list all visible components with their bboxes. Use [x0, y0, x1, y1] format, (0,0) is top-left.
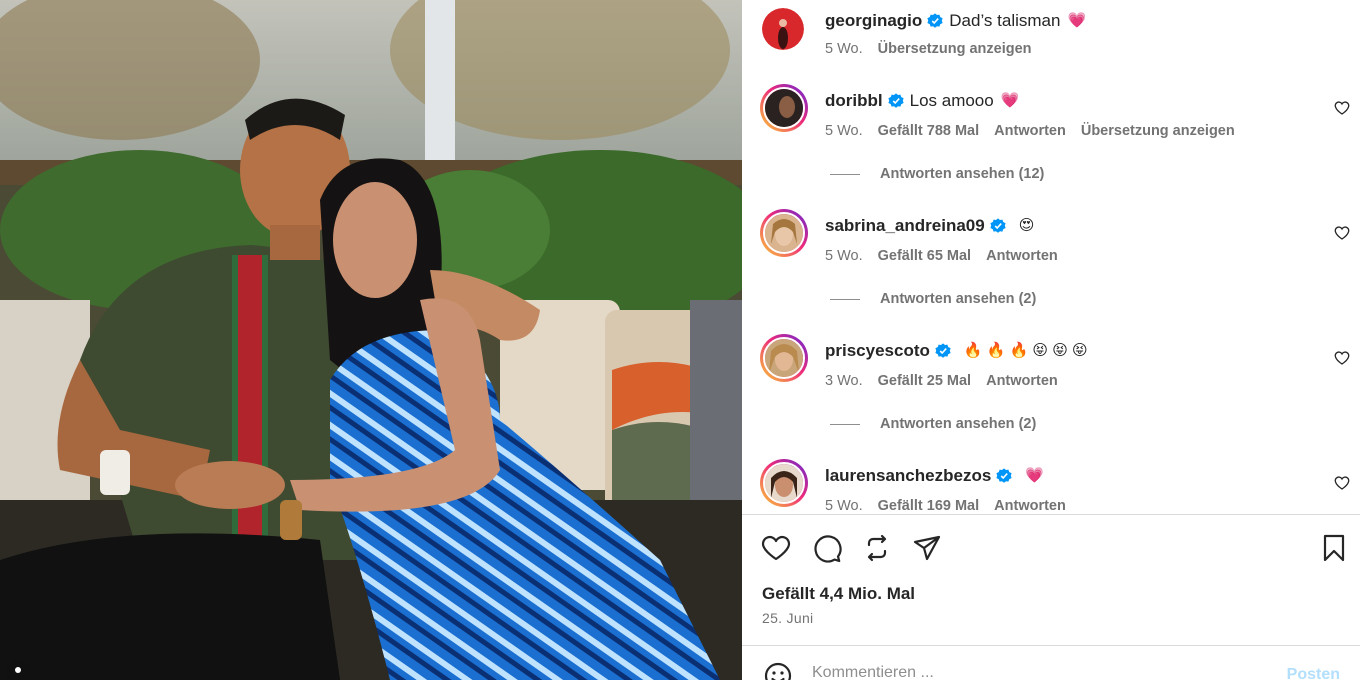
- post-actions: [742, 528, 1360, 568]
- comment-emoji: 🔥 🔥 🔥 😝 😝 😝: [963, 342, 1088, 359]
- post-photo[interactable]: [0, 0, 742, 680]
- heart-icon[interactable]: [1334, 225, 1350, 241]
- comment-username[interactable]: laurensanchezbezos: [825, 465, 991, 487]
- post-comment-button[interactable]: Posten: [1287, 666, 1340, 680]
- comment-time: 3 Wo.: [825, 373, 863, 389]
- heart-emoji: 💗: [1067, 12, 1087, 29]
- reply-button[interactable]: Antworten: [986, 248, 1058, 264]
- repost-icon[interactable]: [861, 532, 893, 564]
- verified-badge-icon: [990, 218, 1006, 233]
- view-replies-button[interactable]: Antworten ansehen (2): [830, 416, 1036, 432]
- verified-badge-icon: [935, 343, 951, 358]
- comment-emoji: 💗: [1000, 92, 1020, 109]
- reply-button[interactable]: Antworten: [986, 373, 1058, 389]
- section-divider: [742, 514, 1360, 515]
- comment-username[interactable]: priscyescoto: [825, 340, 930, 362]
- reply-button[interactable]: Antworten: [994, 123, 1066, 139]
- comment-bubble-icon[interactable]: [811, 532, 843, 564]
- comment-time: 5 Wo.: [825, 498, 863, 514]
- paper-plane-icon[interactable]: [911, 532, 943, 564]
- replies-divider: [830, 423, 860, 425]
- likes-count[interactable]: Gefällt 4,4 Mio. Mal: [762, 584, 915, 604]
- heart-icon[interactable]: [1334, 350, 1350, 366]
- verified-badge-icon: [996, 468, 1012, 483]
- comment-likes[interactable]: Gefällt 788 Mal: [878, 123, 980, 139]
- post-image: [0, 0, 742, 680]
- post-sidebar: georginagio Dad’s talisman 💗 5 Wo. Übers…: [742, 0, 1360, 680]
- smiley-icon[interactable]: [762, 660, 794, 680]
- translate-link[interactable]: Übersetzung anzeigen: [1081, 123, 1235, 139]
- comment-time: 5 Wo.: [825, 248, 863, 264]
- comment-emoji: 😍: [1018, 217, 1035, 234]
- heart-icon[interactable]: [760, 532, 792, 564]
- commenter-avatar[interactable]: [760, 459, 808, 507]
- comment-likes[interactable]: Gefällt 65 Mal: [878, 248, 971, 264]
- comment-emoji: 💗: [1025, 467, 1044, 484]
- comment-likes[interactable]: Gefällt 25 Mal: [878, 373, 971, 389]
- verified-badge-icon: [888, 93, 904, 108]
- comment-time: 5 Wo.: [825, 123, 863, 139]
- reply-button[interactable]: Antworten: [994, 498, 1066, 514]
- comment-text: Los amooo: [909, 91, 994, 110]
- comment-input[interactable]: [812, 664, 1252, 680]
- view-replies-button[interactable]: Antworten ansehen (2): [830, 291, 1036, 307]
- comments-list[interactable]: georginagio Dad’s talisman 💗 5 Wo. Übers…: [742, 0, 1360, 514]
- caption-username[interactable]: georginagio: [825, 10, 922, 32]
- verified-badge-icon: [927, 13, 943, 28]
- bookmark-icon[interactable]: [1318, 532, 1350, 564]
- author-avatar[interactable]: [762, 8, 804, 50]
- comment-likes[interactable]: Gefällt 169 Mal: [878, 498, 980, 514]
- replies-divider: [830, 298, 860, 300]
- heart-icon[interactable]: [1334, 100, 1350, 116]
- comment-composer: Posten: [742, 646, 1360, 680]
- caption-text: Dad’s talisman: [949, 11, 1061, 30]
- commenter-avatar[interactable]: [760, 84, 808, 132]
- comment-username[interactable]: sabrina_andreina09: [825, 215, 985, 237]
- heart-icon[interactable]: [1334, 475, 1350, 491]
- translate-link[interactable]: Übersetzung anzeigen: [878, 41, 1032, 57]
- view-replies-label: Antworten ansehen (12): [880, 166, 1045, 182]
- view-replies-label: Antworten ansehen (2): [880, 291, 1037, 307]
- comment-username[interactable]: doribbl: [825, 90, 883, 112]
- view-replies-button[interactable]: Antworten ansehen (12): [830, 166, 1044, 182]
- view-replies-label: Antworten ansehen (2): [880, 416, 1037, 432]
- replies-divider: [830, 173, 860, 175]
- caption-time: 5 Wo.: [825, 41, 863, 57]
- commenter-avatar[interactable]: [760, 209, 808, 257]
- post-date[interactable]: 25. Juni: [762, 610, 813, 626]
- commenter-avatar[interactable]: [760, 334, 808, 382]
